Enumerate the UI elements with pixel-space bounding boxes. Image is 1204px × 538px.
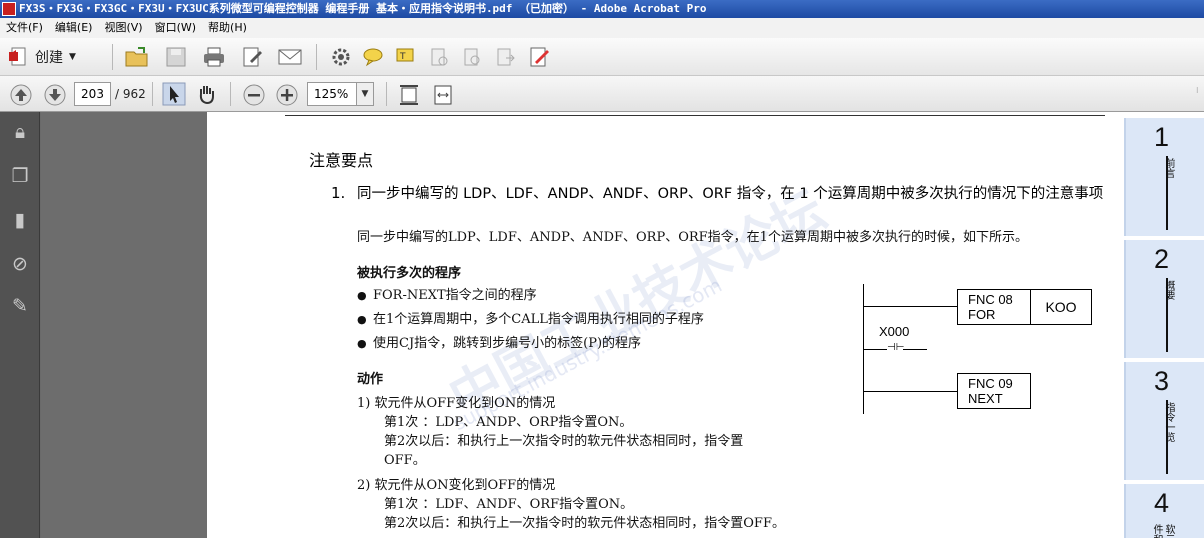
- ladder-rung: [863, 306, 959, 307]
- chevron-down-icon: ▼: [361, 89, 369, 99]
- navigation-pane: 🔒︎ ❐ ▮ ⊘ ✎: [0, 112, 40, 538]
- fit-page-icon[interactable]: [398, 83, 420, 107]
- action1-title: 1) 软元件从OFF变化到ON的情况: [357, 396, 556, 411]
- svg-text:T: T: [399, 52, 406, 62]
- menu-view[interactable]: 视图(V): [98, 18, 148, 38]
- action1-line: OFF。: [384, 453, 426, 468]
- menu-help[interactable]: 帮助(H): [202, 18, 253, 38]
- acrobat-icon: [2, 2, 16, 16]
- document-export-icon[interactable]: [494, 46, 516, 68]
- ladder-rung: [903, 349, 927, 350]
- fit-width-icon[interactable]: [432, 83, 454, 107]
- zoom-out-icon[interactable]: [242, 83, 266, 107]
- chapter-tab-instruction-list[interactable]: 3 指令一览: [1124, 362, 1204, 480]
- attachment-icon[interactable]: ⊘: [8, 252, 32, 276]
- menu-bar: 文件(F) 编辑(E) 视图(V) 窗口(W) 帮助(H): [0, 18, 1204, 38]
- item-number: 1.: [331, 184, 346, 202]
- list-item: ● 在1个运算周期中，多个CALL指令调用执行相同的子程序: [357, 312, 704, 327]
- next-page-icon[interactable]: [43, 83, 67, 107]
- toolbar-divider: [316, 44, 317, 70]
- chapter-tabs: 1 前言 2 概要 3 指令一览 4 软元件和: [1122, 112, 1204, 538]
- subheading-repeated-programs: 被执行多次的程序: [357, 266, 462, 281]
- page-number-input[interactable]: 203: [74, 82, 111, 106]
- toolbar-divider: [152, 82, 153, 106]
- zoom-dropdown-button[interactable]: ▼: [356, 82, 374, 106]
- item-title: 同一步中编写的 LDP、LDF、ANDP、ANDF、ORP、ORF 指令，在 1…: [357, 186, 1104, 202]
- item-description: 同一步中编写的LDP、LDF、ANDP、ANDF、ORP、ORF指令，在1个运算…: [357, 230, 1028, 245]
- select-cursor-icon[interactable]: [162, 82, 186, 106]
- fnc08-box: FNC 08 FOR: [957, 289, 1031, 325]
- action1-line: 第1次 ：LDP、ANDP、ORP指令置ON。: [384, 415, 633, 430]
- gear-icon[interactable]: [330, 46, 352, 68]
- email-icon[interactable]: [277, 46, 303, 68]
- print-icon[interactable]: [202, 45, 226, 69]
- signature-icon[interactable]: ✎: [8, 294, 32, 318]
- create-button[interactable]: 创建 ▼: [8, 44, 76, 70]
- list-item: ● FOR-NEXT指令之间的程序: [357, 288, 537, 303]
- toolbar-grip-icon: ⁝: [1196, 86, 1199, 95]
- zoom-in-icon[interactable]: [275, 83, 299, 107]
- bookmark-icon[interactable]: ▮: [8, 208, 32, 232]
- subheading-action: 动作: [357, 372, 384, 387]
- document-page: 中国工业技术论坛 support.industry.siemens.com 注意…: [207, 112, 1204, 538]
- menu-window[interactable]: 窗口(W): [149, 18, 202, 38]
- create-label: 创建: [35, 50, 63, 66]
- document-search-icon[interactable]: [461, 46, 483, 68]
- chapter-tab-preface[interactable]: 1 前言: [1124, 118, 1204, 236]
- toolbar-divider: [230, 82, 231, 106]
- koo-operand: KOO: [1030, 289, 1092, 325]
- toolbar-divider: [112, 44, 113, 70]
- page-total: / 962: [115, 87, 146, 101]
- ladder-rung: [863, 349, 887, 350]
- document-background: [41, 112, 207, 538]
- chapter-tab-devices[interactable]: 4 软元件和: [1124, 484, 1204, 538]
- window-title: FX3S・FX3G・FX3GC・FX3U・FX3UC系列微型可编程控制器 编程手…: [19, 2, 707, 15]
- window-title-bar: FX3S・FX3G・FX3GC・FX3U・FX3UC系列微型可编程控制器 编程手…: [0, 0, 1204, 18]
- highlight-icon[interactable]: T: [394, 46, 416, 68]
- section-heading: 注意要点: [309, 151, 374, 170]
- sign-document-icon[interactable]: [527, 45, 551, 69]
- contact-symbol: ⊣⊢: [887, 342, 905, 353]
- action2-line: 第2次以后：和执行上一次指令时的软元件状态相同时，指令置OFF。: [384, 516, 785, 531]
- zoom-input[interactable]: 125%: [307, 82, 357, 106]
- previous-page-icon[interactable]: [9, 83, 33, 107]
- list-item: ● 使用CJ指令，跳转到步编号小的标签(P)的程序: [357, 336, 642, 351]
- save-icon[interactable]: [164, 45, 188, 69]
- menu-edit[interactable]: 编辑(E): [49, 18, 99, 38]
- main-toolbar: 创建 ▼ T: [0, 38, 1204, 76]
- action2-line: 第1次 ：LDF、ANDF、ORF指令置ON。: [384, 497, 634, 512]
- create-pdf-icon: [9, 47, 26, 66]
- header-rule: [285, 115, 1105, 116]
- comment-icon[interactable]: [362, 46, 384, 68]
- action1-line: 第2次以后：和执行上一次指令时的软元件状态相同时，指令置: [384, 434, 744, 449]
- hand-tool-icon[interactable]: [195, 82, 219, 106]
- ladder-rung: [863, 391, 959, 392]
- menu-file[interactable]: 文件(F): [0, 18, 49, 38]
- toolbar-divider: [386, 82, 387, 106]
- page-thumbnails-icon[interactable]: ❐: [8, 164, 32, 188]
- action2-title: 2) 软元件从ON变化到OFF的情况: [357, 478, 556, 493]
- chevron-down-icon: ▼: [69, 52, 76, 62]
- fnc09-box: FNC 09 NEXT: [957, 373, 1031, 409]
- navigation-toolbar: ⁝: [0, 76, 1204, 112]
- contact-label: X000: [879, 324, 910, 339]
- open-folder-icon[interactable]: [124, 44, 150, 70]
- edit-document-icon[interactable]: [240, 45, 264, 69]
- chapter-tab-overview[interactable]: 2 概要: [1124, 240, 1204, 358]
- clear-form-icon[interactable]: [428, 46, 450, 68]
- lock-icon[interactable]: 🔒︎: [8, 120, 32, 144]
